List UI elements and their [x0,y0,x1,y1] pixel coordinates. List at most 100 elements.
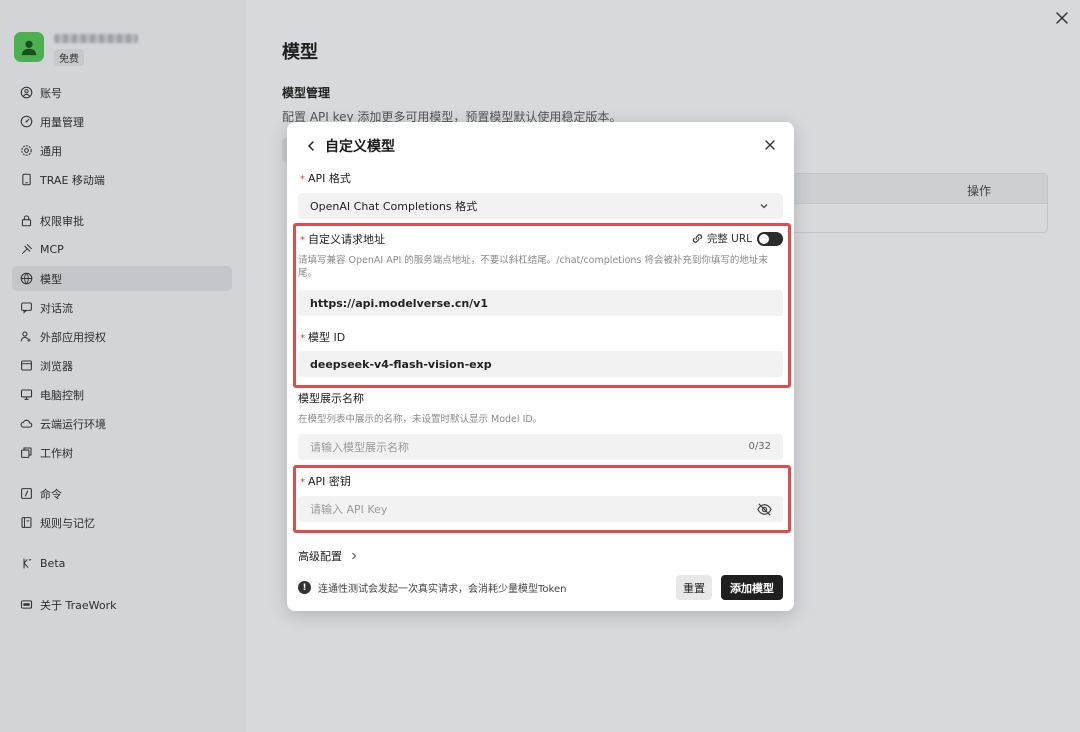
command-icon [19,487,33,501]
user-icon [21,40,37,56]
worktree-icon [19,446,33,460]
model-id-input[interactable]: deepseek-v4-flash-vision-exp [298,351,783,377]
api-key-input[interactable]: 请输入 API Key [298,496,783,522]
dialog-title: 自定义模型 [325,139,395,155]
settings-nav: 账号 用量管理 通用 TRAE 移动端 权限审批 MCP 模型 对话流 外部应用… [12,80,232,621]
full-url-label: 完整 URL [706,233,752,245]
sidebar-item-label: 关于 TraeWork [40,598,117,612]
custom-model-dialog: 自定义模型 * API 格式 OpenAI Chat Completions 格式… [287,122,794,611]
display-name-label: 模型展示名称 [298,392,364,405]
dialog-close-button[interactable] [762,137,778,153]
full-url-toggle-group: 完整 URL [691,231,783,246]
sidebar-item-browser[interactable]: 浏览器 [12,353,232,378]
sidebar-item-label: Beta [40,557,66,570]
sidebar-item-label: 用量管理 [40,115,84,129]
sidebar-item-label: 账号 [40,86,62,100]
sidebar-item-label: 规则与记忆 [40,516,95,530]
model-icon [19,272,33,286]
sidebar-item-mobile[interactable]: TRAE 移动端 [12,167,232,192]
reset-button[interactable]: 重置 [676,575,712,600]
sidebar-item-rules-memory[interactable]: 规则与记忆 [12,510,232,535]
sidebar-item-label: 权限审批 [40,214,84,228]
sidebar-item-permissions[interactable]: 权限审批 [12,208,232,233]
chat-flow-icon [19,301,33,315]
sidebar-item-worktree[interactable]: 工作树 [12,440,232,465]
endpoint-help-text: 请填写兼容 OpenAI API 的服务端点地址，不要以斜杠结尾。/chat/c… [298,255,768,279]
sidebar-item-label: 云端运行环境 [40,417,106,431]
sidebar-item-label: 命令 [40,487,62,501]
sidebar-item-label: 对话流 [40,301,73,315]
required-mark: * [300,235,305,246]
sidebar-item-label: 工作树 [40,446,73,460]
browser-icon [19,359,33,373]
advanced-label: 高级配置 [298,550,342,563]
close-icon [1056,12,1068,24]
table-header-action: 操作 [966,184,991,198]
mobile-icon [19,173,33,187]
sidebar-item-label: 外部应用授权 [40,330,106,344]
sidebar-item-beta[interactable]: Beta [12,551,232,576]
close-icon [765,140,775,150]
sidebar-item-usage[interactable]: 用量管理 [12,109,232,134]
sidebar-item-cloud-env[interactable]: 云端运行环境 [12,411,232,436]
api-key-label: * API 密钥 [300,475,351,488]
external-app-icon [19,330,33,344]
dialog-header: 自定义模型 [303,136,395,156]
api-format-select[interactable]: OpenAI Chat Completions 格式 [298,193,783,219]
sidebar-item-models[interactable]: 模型 [12,266,232,291]
chevron-down-icon [760,204,768,209]
usage-icon [19,115,33,129]
rules-icon [19,516,33,530]
sidebar-item-about[interactable]: 关于 TraeWork [12,592,232,617]
user-profile[interactable]: 免费 [14,32,138,66]
required-mark: * [300,174,305,185]
api-key-placeholder: 请输入 API Key [310,503,388,516]
sidebar-item-label: 浏览器 [40,359,73,373]
close-settings-button[interactable] [1052,8,1072,28]
table-header: 操作 [757,174,1047,204]
page-title: 模型 [282,42,318,63]
sidebar-item-external-apps[interactable]: 外部应用授权 [12,324,232,349]
sidebar-item-commands[interactable]: 命令 [12,481,232,506]
model-id-label: * 模型 ID [300,331,346,344]
eye-off-icon[interactable] [756,501,773,518]
sidebar-item-computer-control[interactable]: 电脑控制 [12,382,232,407]
back-button[interactable] [303,138,319,154]
account-icon [19,86,33,100]
sidebar-item-account[interactable]: 账号 [12,80,232,105]
plan-badge: 免费 [54,49,84,66]
advanced-settings-toggle[interactable]: 高级配置 [298,548,358,564]
display-name-help-text: 在模型列表中展示的名称，未设置时默认显示 Model ID。 [298,414,543,425]
full-url-switch[interactable] [757,231,783,246]
sidebar-item-label: 电脑控制 [40,388,84,402]
chevron-left-icon [307,141,314,151]
sidebar: 免费 账号 用量管理 通用 TRAE 移动端 权限审批 MCP 模型 对话流 外… [0,0,246,732]
section-title: 模型管理 [282,86,331,100]
model-id-value: deepseek-v4-flash-vision-exp [310,357,492,371]
gear-icon [19,144,33,158]
models-table: 操作 [756,173,1048,233]
endpoint-value: https://api.modelverse.cn/v1 [310,296,489,310]
link-icon [692,234,702,243]
beta-icon [19,557,33,571]
sidebar-item-label: 通用 [40,144,62,158]
char-counter: 0/32 [748,441,771,452]
api-format-value: OpenAI Chat Completions 格式 [310,200,478,213]
sidebar-item-general[interactable]: 通用 [12,138,232,163]
sidebar-item-label: 模型 [40,272,62,286]
sidebar-item-chat-flow[interactable]: 对话流 [12,295,232,320]
chevron-right-icon [352,552,357,560]
monitor-icon [19,388,33,402]
display-name-input[interactable]: 请输入模型展示名称 0/32 [298,434,783,460]
endpoint-input[interactable]: https://api.modelverse.cn/v1 [298,290,783,316]
required-mark: * [300,333,305,344]
about-icon [19,598,33,612]
sidebar-item-mcp[interactable]: MCP [12,237,232,262]
avatar [14,32,44,62]
required-mark: * [300,477,305,488]
add-model-button[interactable]: 添加模型 [721,575,783,600]
display-name-placeholder: 请输入模型展示名称 [310,441,409,454]
sidebar-item-label: MCP [40,243,64,256]
cloud-icon [19,417,33,431]
footer-note-text: 连通性测试会发起一次真实请求，会消耗少量模型Token [318,584,567,595]
